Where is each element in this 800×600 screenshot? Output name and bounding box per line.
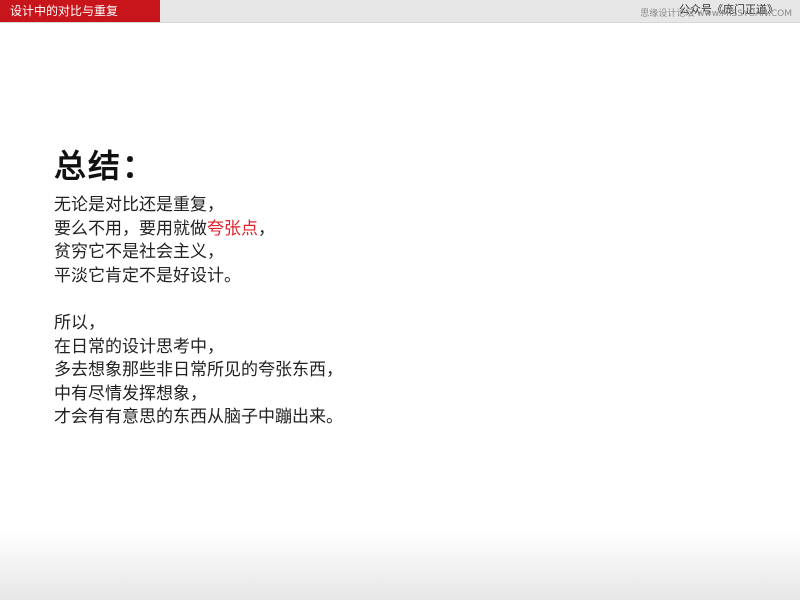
text-segment: 要么不用，要用就做 (54, 218, 207, 239)
text-segment: ， (258, 218, 275, 239)
paragraph-advice: 所以， 在日常的设计思考中， 多去想象那些非日常所见的夸张东西， 中有尽情发挥想… (54, 312, 754, 430)
paragraph-conclusion: 无论是对比还是重复， 要么不用，要用就做夸张点， 贫穷它不是社会主义， 平淡它肯… (54, 194, 754, 288)
text-line: 要么不用，要用就做夸张点， (54, 218, 754, 242)
text-line: 在日常的设计思考中， (54, 336, 224, 357)
watermark-text: 思缘设计论坛 www.MISSYUAN.COM (640, 9, 792, 19)
top-bar: 设计中的对比与重复 公众号《庞门正道》 思缘设计论坛 www.MISSYUAN.… (0, 0, 800, 23)
summary-content: 总结： 无论是对比还是重复， 要么不用，要用就做夸张点， 贫穷它不是社会主义， … (54, 146, 754, 430)
summary-heading: 总结： (54, 147, 157, 185)
text-line: 所以， (54, 313, 105, 333)
text-line: 多去想象那些非日常所见的夸张东西， (54, 360, 343, 380)
text-line: 贫穷它不是社会主义， (54, 242, 224, 262)
slide: 设计中的对比与重复 公众号《庞门正道》 思缘设计论坛 www.MISSYUAN.… (0, 0, 800, 600)
highlight-text: 夸张点 (207, 218, 258, 239)
text-line: 无论是对比还是重复， (54, 195, 224, 215)
text-line: 平淡它肯定不是好设计。 (54, 265, 241, 286)
text-line: 中有尽情发挥想象， (54, 383, 207, 404)
text-line: 才会有有意思的东西从脑子中蹦出来。 (54, 407, 343, 427)
section-title-tab: 设计中的对比与重复 (0, 0, 160, 22)
